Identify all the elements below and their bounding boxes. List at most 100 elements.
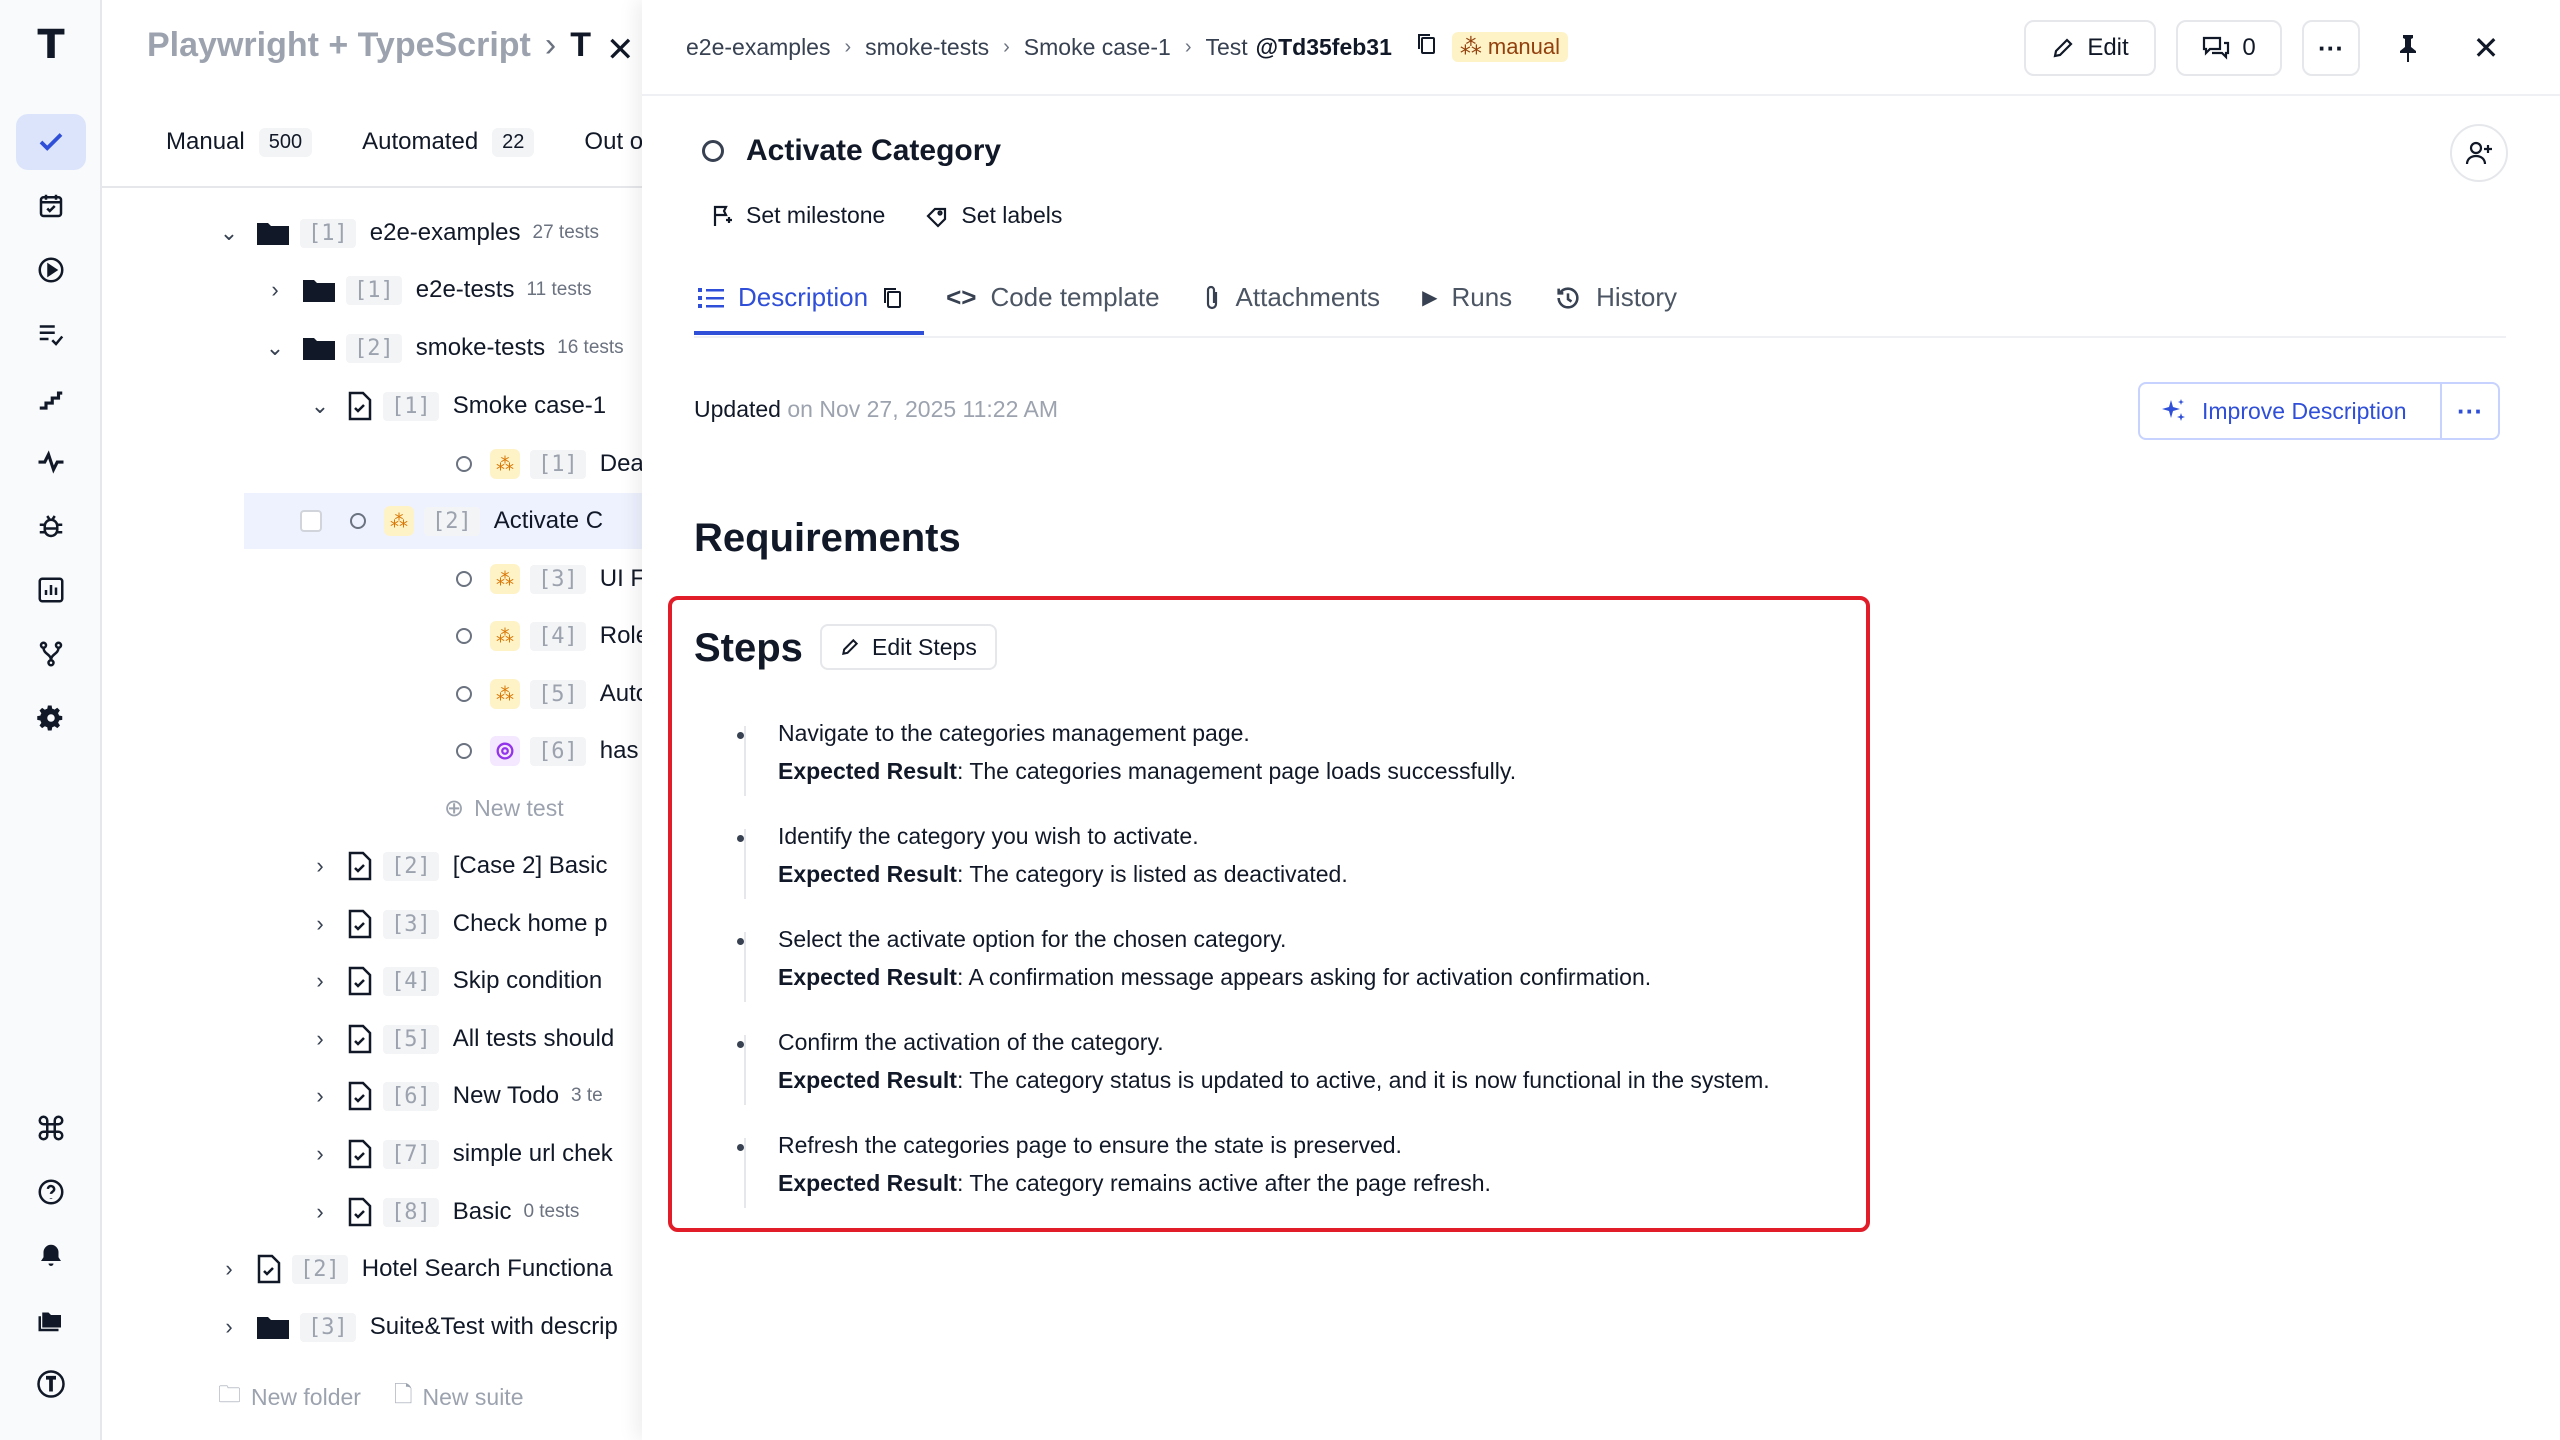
pulse-icon[interactable] bbox=[16, 434, 86, 490]
chevron-right-icon[interactable]: › bbox=[214, 1256, 244, 1282]
breadcrumb-item[interactable]: Smoke case-1 bbox=[1024, 34, 1171, 61]
manual-icon: ⁂ bbox=[490, 564, 520, 594]
breadcrumb-separator: › bbox=[844, 35, 852, 58]
tab-automated[interactable]: Automated 22 bbox=[362, 120, 535, 164]
copy-icon[interactable] bbox=[882, 286, 904, 310]
tab-label: Out of bbox=[584, 128, 642, 155]
tree-suite-row[interactable]: ⌄ [1] Smoke case-1 bbox=[305, 378, 606, 434]
step-bar bbox=[744, 829, 746, 899]
breadcrumb-separator: › bbox=[1184, 35, 1192, 58]
chevron-right-icon[interactable]: › bbox=[305, 911, 335, 937]
tab-code-template[interactable]: <> Code template bbox=[942, 270, 1179, 331]
tree-suite-row[interactable]: › [3] Check home p bbox=[305, 896, 608, 952]
play-circle-icon[interactable] bbox=[16, 242, 86, 298]
close-icon[interactable]: ✕ bbox=[2464, 26, 2508, 70]
tree-test-row[interactable]: [6] has title bbox=[352, 723, 642, 779]
branch-icon[interactable] bbox=[16, 626, 86, 682]
app-logo[interactable]: T bbox=[32, 24, 70, 66]
breadcrumb-item[interactable]: smoke-tests bbox=[865, 34, 989, 61]
tree-suite-row[interactable]: › [2] Hotel Search Functiona bbox=[214, 1241, 613, 1297]
copy-icon[interactable] bbox=[1416, 32, 1438, 62]
tree-suite-row[interactable]: › [6] New Todo 3 te bbox=[305, 1068, 603, 1124]
new-folder-link[interactable]: 🗀 New folder bbox=[218, 1378, 361, 1417]
tree-suite-row[interactable]: › [4] Skip condition bbox=[305, 953, 602, 1009]
tab-history[interactable]: History bbox=[1550, 270, 1697, 331]
folders-icon[interactable] bbox=[16, 1292, 86, 1348]
improve-description-button[interactable]: Improve Description bbox=[2140, 397, 2440, 425]
tree-folder-row[interactable]: ⌄ [1] e2e-examples 27 tests bbox=[214, 205, 599, 261]
tree-test-row[interactable]: ⁂ [3] UI Feedba bbox=[352, 551, 642, 607]
item-label: New Todo bbox=[452, 1082, 560, 1109]
item-number: [7] bbox=[383, 1139, 439, 1169]
new-suite-link[interactable]: 🗋 New suite bbox=[394, 1378, 523, 1417]
chevron-right-icon[interactable]: › bbox=[305, 968, 335, 994]
tab-attachments[interactable]: Attachments bbox=[1198, 270, 1401, 331]
set-milestone-button[interactable]: Set milestone bbox=[710, 202, 885, 229]
tab-count: 22 bbox=[492, 127, 535, 157]
tree-suite-row[interactable]: › [8] Basic 0 tests bbox=[305, 1184, 579, 1240]
chevron-down-icon[interactable]: ⌄ bbox=[260, 335, 290, 361]
chevron-right-icon[interactable]: › bbox=[214, 1314, 244, 1340]
item-label: smoke-tests bbox=[415, 334, 546, 361]
pin-icon[interactable] bbox=[2386, 26, 2430, 70]
tree-suite-row[interactable]: › [7] simple url chek bbox=[305, 1126, 613, 1182]
calendar-check-icon[interactable] bbox=[16, 178, 86, 234]
chevron-right-icon[interactable]: › bbox=[260, 277, 290, 303]
chevron-right-icon[interactable]: › bbox=[305, 1026, 335, 1052]
edit-button[interactable]: Edit bbox=[2024, 20, 2156, 76]
chevron-right-icon[interactable]: › bbox=[305, 1199, 335, 1225]
folder-plus-icon: 🗀 bbox=[218, 1381, 241, 1407]
improve-more-button[interactable]: ··· bbox=[2440, 384, 2498, 438]
chevron-down-icon[interactable]: ⌄ bbox=[214, 220, 244, 246]
set-labels-button[interactable]: Set labels bbox=[925, 202, 1062, 229]
tab-description[interactable]: Description bbox=[694, 270, 925, 335]
expected-label: Expected Result bbox=[778, 1170, 957, 1196]
breadcrumb-item[interactable]: e2e-examples bbox=[686, 34, 830, 61]
tree-folder-row[interactable]: › [3] Suite&Test with descrip bbox=[214, 1299, 618, 1355]
status-circle-icon bbox=[456, 456, 472, 472]
tab-out-of-sync[interactable]: Out of bbox=[584, 120, 642, 164]
close-icon[interactable]: ✕ bbox=[598, 30, 635, 70]
chevron-right-icon[interactable]: › bbox=[305, 1083, 335, 1109]
tree-folder-row[interactable]: › [1] e2e-tests 11 tests bbox=[260, 262, 592, 318]
logo-icon[interactable] bbox=[16, 1356, 86, 1412]
comments-button[interactable]: 0 bbox=[2176, 20, 2282, 76]
manual-icon: ⁂ bbox=[490, 449, 520, 479]
pencil-icon bbox=[842, 638, 859, 655]
tree-test-row[interactable]: ⁂ [1] Deactivate bbox=[352, 436, 642, 492]
tab-manual[interactable]: Manual 500 bbox=[166, 120, 313, 164]
tab-label: History bbox=[1596, 282, 1678, 312]
edit-steps-button[interactable]: Edit Steps bbox=[820, 624, 997, 670]
more-options-button[interactable]: ··· bbox=[2302, 20, 2360, 76]
new-test-link[interactable]: ⊕ New test bbox=[444, 794, 564, 823]
edit-steps-label: Edit Steps bbox=[872, 633, 977, 660]
tree-test-row[interactable]: ⁂ [5] Automated bbox=[352, 666, 642, 722]
chevron-down-icon[interactable]: ⌄ bbox=[305, 393, 335, 419]
list-check-icon[interactable] bbox=[16, 306, 86, 362]
tree-test-row[interactable]: ⁂ [4] Role-Base bbox=[352, 608, 642, 664]
bug-icon[interactable] bbox=[16, 498, 86, 554]
item-label: simple url chek bbox=[452, 1140, 613, 1167]
tree-suite-row[interactable]: › [5] All tests should bbox=[305, 1011, 614, 1067]
tree-suite-row[interactable]: › [2] [Case 2] Basic bbox=[305, 838, 607, 894]
tab-label: Code template bbox=[990, 282, 1160, 312]
chevron-right-icon[interactable]: › bbox=[305, 1141, 335, 1167]
detail-topbar: e2e-examples › smoke-tests › Smoke case-… bbox=[642, 0, 2560, 96]
tree-test-row-selected[interactable]: ⁂ [2] Activate C bbox=[244, 493, 642, 549]
command-icon[interactable] bbox=[16, 1100, 86, 1156]
tree-folder-row[interactable]: ⌄ [2] smoke-tests 16 tests bbox=[260, 320, 624, 376]
assign-user-button[interactable] bbox=[2450, 124, 2508, 182]
item-number: [5] bbox=[383, 1024, 439, 1054]
steps-icon[interactable] bbox=[16, 370, 86, 426]
project-title[interactable]: Playwright + TypeScript bbox=[147, 26, 531, 64]
tab-runs[interactable]: ▶ Runs bbox=[1418, 270, 1532, 331]
status-circle-icon[interactable] bbox=[702, 140, 724, 162]
row-checkbox[interactable] bbox=[300, 510, 322, 532]
bell-icon[interactable] bbox=[16, 1228, 86, 1284]
check-icon[interactable] bbox=[16, 114, 86, 170]
chevron-right-icon[interactable]: › bbox=[305, 853, 335, 879]
item-number: [5] bbox=[530, 679, 586, 709]
gear-icon[interactable] bbox=[16, 690, 86, 746]
help-icon[interactable] bbox=[16, 1164, 86, 1220]
bar-chart-icon[interactable] bbox=[16, 562, 86, 618]
